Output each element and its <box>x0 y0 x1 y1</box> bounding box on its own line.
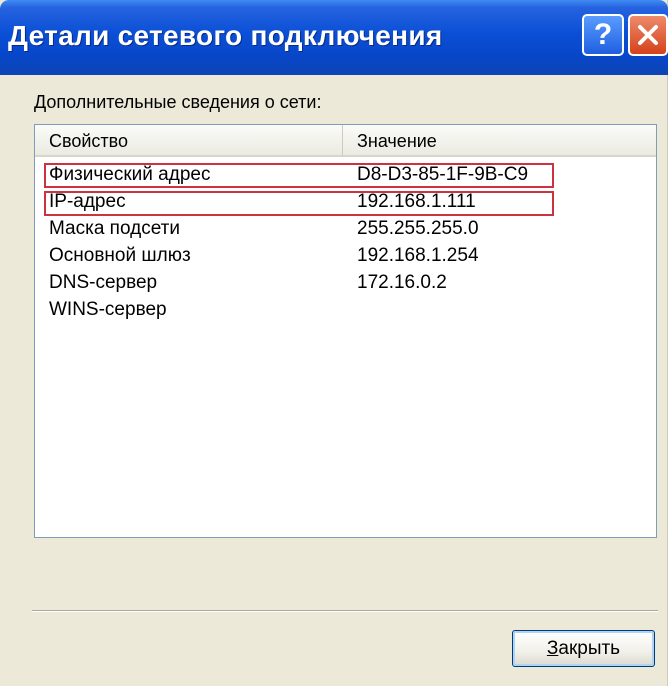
row-property: DNS-сервер <box>49 272 158 293</box>
row-property: IP-адрес <box>49 191 126 212</box>
row-property: WINS-сервер <box>49 299 167 320</box>
row-property: Основной шлюз <box>49 245 191 266</box>
row-value: 192.168.1.254 <box>357 245 479 266</box>
column-header-property[interactable]: Свойство <box>35 125 343 157</box>
close-button-mnemonic: З <box>546 637 559 659</box>
network-details-dialog: Детали сетевого подключения ? Дополнител… <box>0 0 668 686</box>
title-bar[interactable]: Детали сетевого подключения ? <box>0 0 668 75</box>
close-button[interactable]: Закрыть <box>512 630 655 667</box>
network-info-label: Дополнительные сведения о сети: <box>34 92 322 112</box>
close-button-label: акрыть <box>558 637 621 659</box>
help-button[interactable]: ? <box>582 14 624 56</box>
list-row-ip-address[interactable]: IP-адрес 192.168.1.111 <box>35 190 656 217</box>
row-value: D8-D3-85-1F-9B-C9 <box>357 164 529 185</box>
row-value: 255.255.255.0 <box>357 218 479 239</box>
close-icon <box>638 25 658 45</box>
list-row-dns-server[interactable]: DNS-сервер 172.16.0.2 <box>35 271 656 298</box>
row-value: 172.16.0.2 <box>357 272 447 293</box>
help-icon: ? <box>593 18 613 51</box>
list-row-physical-address[interactable]: Физический адрес D8-D3-85-1F-9B-C9 <box>35 163 656 190</box>
list-row-wins-server[interactable]: WINS-сервер <box>35 298 656 325</box>
list-rows: Физический адрес D8-D3-85-1F-9B-C9 IP-ад… <box>35 163 656 325</box>
list-row-subnet-mask[interactable]: Маска подсети 255.255.255.0 <box>35 217 656 244</box>
network-properties-list[interactable]: Свойство Значение Физический адрес D8-D3… <box>34 124 657 538</box>
dialog-title: Детали сетевого подключения <box>8 20 443 51</box>
row-value: 192.168.1.111 <box>357 191 476 212</box>
divider <box>32 610 658 612</box>
close-window-button[interactable] <box>628 14 668 56</box>
row-property: Маска подсети <box>49 218 180 239</box>
list-row-default-gateway[interactable]: Основной шлюз 192.168.1.254 <box>35 244 656 271</box>
column-header-value[interactable]: Значение <box>343 125 656 157</box>
row-property: Физический адрес <box>49 164 211 185</box>
